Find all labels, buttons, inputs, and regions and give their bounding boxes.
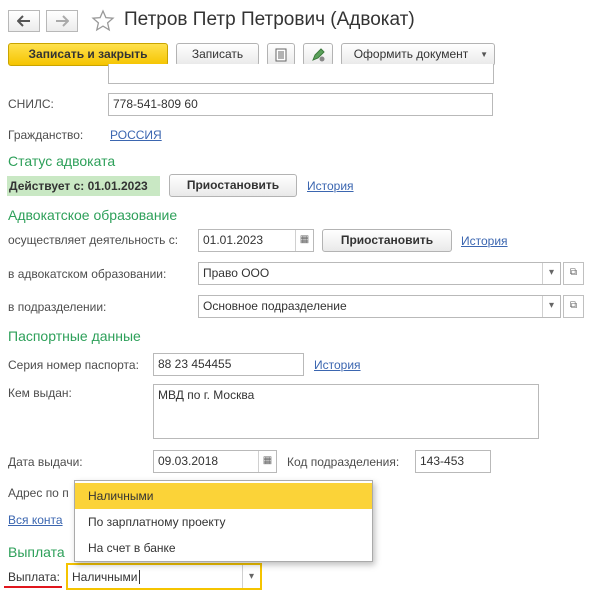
- open-dept-button[interactable]: ⧉: [563, 295, 584, 318]
- star-icon: [91, 9, 115, 32]
- issued-by-label: Кем выдан:: [8, 386, 72, 400]
- issue-date-input[interactable]: 09.03.2018 ▦: [153, 450, 277, 473]
- dept-label: в подразделении:: [8, 300, 107, 314]
- print-button[interactable]: [267, 43, 295, 66]
- save-and-close-button[interactable]: Записать и закрыть: [8, 43, 168, 66]
- edit-button[interactable]: [303, 43, 333, 66]
- page-title: Петров Петр Петрович (Адвокат): [124, 9, 415, 30]
- forward-button[interactable]: [46, 10, 78, 32]
- status-suspend-button[interactable]: Приостановить: [169, 174, 297, 197]
- save-button[interactable]: Записать: [176, 43, 259, 66]
- status-history-link[interactable]: История: [307, 179, 354, 193]
- passport-series-label: Серия номер паспорта:: [8, 358, 139, 372]
- back-button[interactable]: [8, 10, 40, 32]
- snils-label: СНИЛС:: [8, 97, 54, 111]
- address-label: Адрес по п: [8, 486, 69, 500]
- calendar-icon[interactable]: ▦: [258, 451, 276, 472]
- passport-section-title: Паспортные данные: [8, 328, 141, 344]
- education-history-link[interactable]: История: [461, 234, 508, 248]
- payment-dropdown-list: Наличными По зарплатному проекту На счет…: [74, 480, 373, 562]
- dept-code-input[interactable]: 143-453: [415, 450, 491, 473]
- payment-section-title: Выплата: [8, 544, 65, 560]
- calendar-icon[interactable]: ▦: [295, 230, 313, 251]
- document-icon: [275, 48, 287, 62]
- dept-code-label: Код подразделения:: [287, 455, 400, 469]
- snils-input[interactable]: 778-541-809 60: [108, 93, 493, 116]
- make-document-dropdown[interactable]: Оформить документ ▼: [341, 43, 495, 66]
- open-icon: ⧉: [569, 267, 578, 278]
- payment-select[interactable]: Наличными ▾: [66, 563, 262, 590]
- all-contacts-link[interactable]: Вся конта: [8, 513, 63, 527]
- arrow-right-icon: [56, 15, 70, 27]
- issue-date-value: 09.03.2018: [158, 454, 219, 468]
- dropdown-option-bank-account[interactable]: На счет в банке: [75, 535, 372, 561]
- dept-select[interactable]: Основное подразделение ▾: [198, 295, 561, 318]
- dept-value: Основное подразделение: [203, 299, 347, 313]
- chevron-down-icon: ▼: [480, 50, 488, 59]
- dropdown-option-cash[interactable]: Наличными: [75, 483, 372, 509]
- make-document-label: Оформить документ: [353, 47, 469, 61]
- arrow-left-icon: [16, 15, 30, 27]
- citizenship-label: Гражданство:: [8, 128, 84, 142]
- open-org-button[interactable]: ⧉: [563, 262, 584, 285]
- education-section-title: Адвокатское образование: [8, 207, 178, 223]
- org-label: в адвокатском образовании:: [8, 267, 167, 281]
- status-badge: Действует с: 01.01.2023: [7, 176, 160, 196]
- edit-pen-icon: [312, 48, 325, 62]
- payment-value: Наличными: [72, 570, 138, 584]
- favorite-button[interactable]: [91, 9, 115, 33]
- activity-label: осуществляет деятельность с:: [8, 233, 179, 247]
- dropdown-arrow-icon[interactable]: ▾: [542, 263, 560, 284]
- clipped-field: [108, 64, 494, 84]
- activity-date-value: 01.01.2023: [203, 233, 264, 247]
- payment-label: Выплата:: [8, 570, 60, 584]
- org-select[interactable]: Право ООО ▾: [198, 262, 561, 285]
- open-icon: ⧉: [569, 300, 578, 311]
- dropdown-arrow-icon[interactable]: ▾: [242, 565, 260, 588]
- activity-date-input[interactable]: 01.01.2023 ▦: [198, 229, 314, 252]
- passport-history-link[interactable]: История: [314, 358, 361, 372]
- dropdown-option-salary-project[interactable]: По зарплатному проекту: [75, 509, 372, 535]
- education-suspend-button[interactable]: Приостановить: [322, 229, 452, 252]
- citizenship-link[interactable]: РОССИЯ: [110, 128, 162, 142]
- status-section-title: Статус адвоката: [8, 153, 116, 169]
- issue-date-label: Дата выдачи:: [8, 455, 83, 469]
- required-underline: [4, 586, 62, 588]
- text-cursor: [138, 570, 140, 584]
- issued-by-textarea[interactable]: МВД по г. Москва: [153, 384, 539, 439]
- dropdown-arrow-icon[interactable]: ▾: [542, 296, 560, 317]
- org-value: Право ООО: [203, 266, 270, 280]
- passport-series-input[interactable]: 88 23 454455: [153, 353, 304, 376]
